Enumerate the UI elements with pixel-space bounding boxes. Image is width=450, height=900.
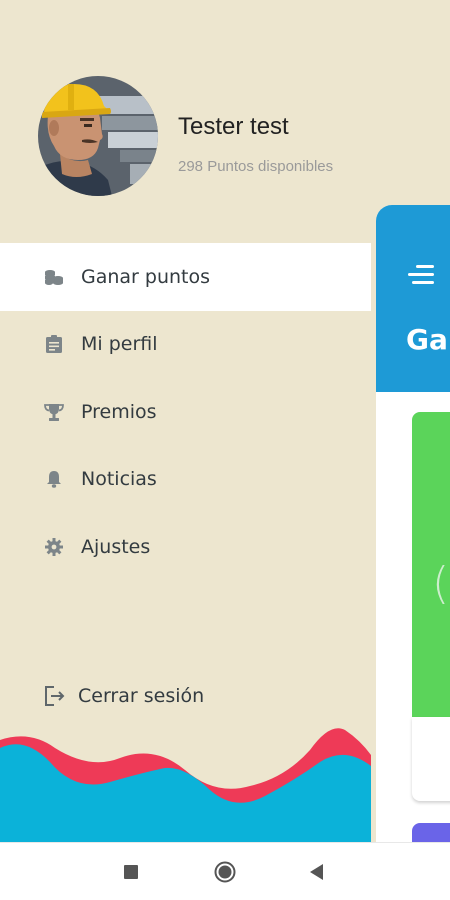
- menu-item-noticias[interactable]: Noticias: [0, 446, 371, 514]
- gear-icon: [44, 537, 64, 557]
- coins-icon: [44, 267, 64, 287]
- points-card[interactable]: (: [412, 412, 450, 717]
- points-card-footer: [412, 717, 450, 801]
- home-circle-icon[interactable]: [214, 861, 236, 883]
- clipboard-icon: [44, 334, 64, 354]
- points-card-text: (: [432, 558, 450, 609]
- navigation-drawer: Tester test 298 Puntos disponibles Ganar: [0, 0, 371, 842]
- recents-square-icon[interactable]: [120, 861, 142, 883]
- app-content: Gar (: [376, 205, 450, 845]
- profile-points: 298 Puntos disponibles: [178, 158, 334, 175]
- menu-item-premios[interactable]: Premios: [0, 378, 371, 446]
- system-navigation-bar: [0, 842, 450, 900]
- decorative-waves: [0, 728, 371, 842]
- worker-hardhat-avatar-icon: [38, 76, 158, 196]
- bell-icon: [44, 469, 64, 489]
- drawer-menu: Ganar puntos Mi perfil Premios Noticias …: [0, 243, 371, 581]
- menu-item-label: Mi perfil: [81, 333, 158, 356]
- menu-item-ajustes[interactable]: Ajustes: [0, 513, 371, 581]
- menu-item-label: Ajustes: [81, 535, 151, 558]
- menu-item-label: Noticias: [81, 468, 157, 491]
- avatar: [38, 76, 158, 196]
- app-header: Gar: [376, 205, 450, 392]
- menu-item-ganar-puntos[interactable]: Ganar puntos: [0, 243, 371, 311]
- menu-item-label: Ganar puntos: [81, 265, 211, 288]
- back-triangle-icon[interactable]: [306, 861, 328, 883]
- hamburger-menu-icon[interactable]: [404, 263, 434, 287]
- menu-item-label: Premios: [81, 400, 157, 423]
- profile-name: Tester test: [178, 113, 289, 140]
- trophy-icon: [44, 402, 64, 422]
- menu-item-mi-perfil[interactable]: Mi perfil: [0, 311, 371, 379]
- page-title: Gar: [406, 323, 450, 356]
